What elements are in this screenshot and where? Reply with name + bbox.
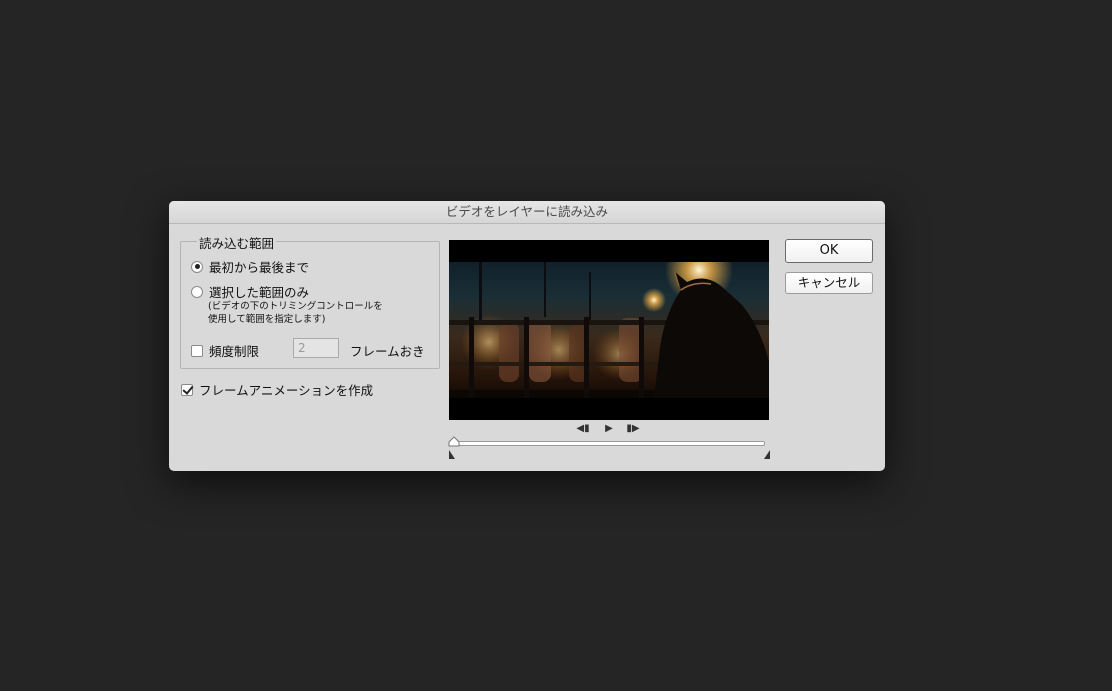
radio-selected-range[interactable]: 選択した範囲のみ	[191, 282, 309, 301]
play-icon[interactable]: ▶	[601, 422, 617, 436]
step-back-icon[interactable]: ◀▮	[575, 422, 591, 436]
animation-checkbox[interactable]	[181, 383, 193, 396]
ok-button[interactable]: OK	[785, 239, 873, 263]
radio-selected-label: 選択した範囲のみ	[209, 285, 310, 300]
import-video-dialog: ビデオをレイヤーに読み込み 読み込む範囲 最初から最後まで 選択した範囲のみ (…	[169, 201, 885, 471]
range-note-line1: (ビデオの下のトリミングコントロールを	[208, 301, 383, 312]
scene-artwork	[449, 262, 769, 398]
trim-start-handle-icon[interactable]	[448, 450, 456, 459]
current-frame-thumb[interactable]	[448, 436, 460, 448]
frames-suffix: フレームおき	[350, 344, 425, 359]
radio-indicator-all[interactable]	[191, 260, 203, 273]
video-frame-image	[449, 262, 769, 398]
dialog-title: ビデオをレイヤーに読み込み	[169, 201, 885, 224]
limit-checkbox-row[interactable]: 頻度制限	[191, 341, 259, 360]
range-note-line2: 使用して範囲を指定します)	[208, 314, 326, 325]
limit-label: 頻度制限	[209, 344, 260, 359]
video-preview	[449, 240, 769, 420]
animation-label: フレームアニメーションを作成	[199, 383, 374, 398]
range-group-legend: 読み込む範囲	[197, 233, 277, 252]
trim-end-handle-icon[interactable]	[763, 450, 771, 459]
cancel-button[interactable]: キャンセル	[785, 272, 873, 294]
limit-checkbox[interactable]	[191, 344, 203, 357]
radio-all-frames[interactable]: 最初から最後まで	[191, 257, 309, 276]
trim-slider-track[interactable]	[453, 441, 765, 446]
frames-interval-input[interactable]: 2	[293, 338, 339, 358]
radio-all-label: 最初から最後まで	[209, 260, 310, 275]
radio-indicator-selected[interactable]	[191, 285, 203, 298]
step-forward-icon[interactable]: ▮▶	[625, 422, 641, 436]
animation-checkbox-row[interactable]: フレームアニメーションを作成	[181, 380, 373, 399]
